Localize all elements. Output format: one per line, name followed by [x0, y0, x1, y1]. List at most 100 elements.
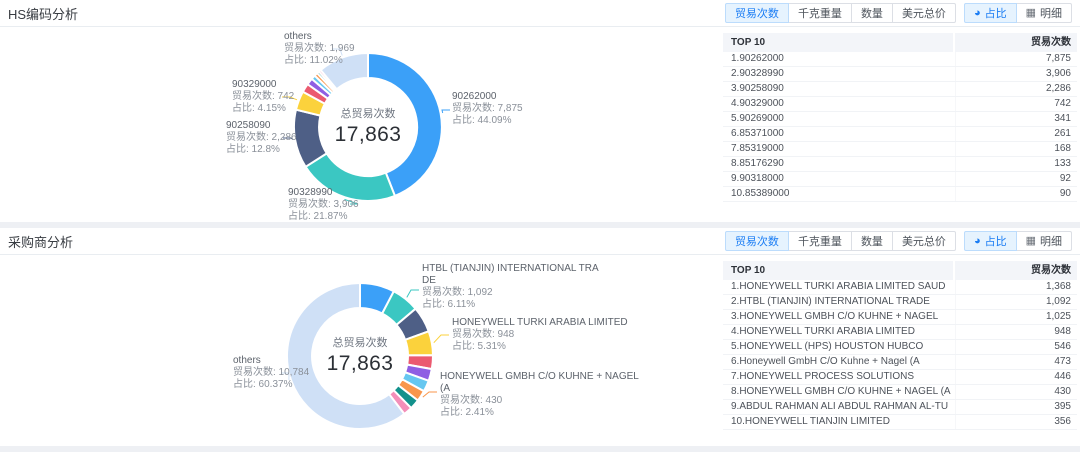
metric-button-3[interactable]: 美元总价 [892, 231, 956, 251]
table-row-7: 7.85319000168 [723, 142, 1077, 157]
row-value: 742 [955, 97, 1077, 111]
slice-label-stat: 贸易次数: 2,286 [226, 132, 297, 144]
row-name: 5.90269000 [723, 112, 955, 126]
row-value: 3,906 [955, 67, 1077, 81]
view-button-1[interactable]: ▦明细 [1016, 231, 1072, 251]
row-name: 7.HONEYWELL PROCESS SOLUTIONS [723, 370, 955, 384]
slice-label-name: others [233, 355, 309, 367]
slice-label-stat: 贸易次数: 10,784 [233, 367, 309, 379]
section-title: 采购商分析 [8, 232, 73, 251]
slice-label-stat: 占比: 4.15% [232, 103, 294, 115]
slice-label-stat: 占比: 60.37% [233, 379, 309, 391]
slice-label-name: HONEYWELL GMBH C/O KUHNE + NAGEL [440, 371, 639, 383]
slice-label-name: others [284, 31, 355, 43]
header-toolbar: 贸易次数千克重量数量美元总价 ◕占比▦明细 [725, 3, 1072, 23]
slice-label: 90329000贸易次数: 742占比: 4.15% [232, 79, 294, 115]
table-row-8: 8.85176290133 [723, 157, 1077, 172]
top10-table: TOP 10 贸易次数 1.HONEYWELL TURKI ARABIA LIM… [723, 261, 1077, 430]
row-value: 430 [955, 385, 1077, 399]
slice-label-stat: 占比: 21.87% [288, 211, 359, 222]
slice-label-stat: 占比: 2.41% [440, 407, 639, 419]
row-value: 446 [955, 370, 1077, 384]
slice-label-stat: 占比: 11.02% [284, 55, 355, 67]
metric-button-1[interactable]: 千克重量 [788, 231, 852, 251]
slice-label-name: HTBL (TIANJIN) INTERNATIONAL TRA [422, 263, 599, 275]
row-name: 1.HONEYWELL TURKI ARABIA LIMITED SAUD [723, 280, 955, 294]
slice-label-name: (A [440, 383, 639, 395]
metric-button-2[interactable]: 数量 [851, 3, 893, 23]
metric-button-3[interactable]: 美元总价 [892, 3, 956, 23]
label-leader-line [442, 110, 450, 113]
table-row-6: 6.Honeywell GmbH C/O Kuhne + Nagel (A473 [723, 355, 1077, 370]
donut-center-title: 总贸易次数 [290, 334, 430, 350]
pie-icon: ◕ [974, 236, 981, 247]
slice-label: 90328990贸易次数: 3,906占比: 21.87% [288, 187, 359, 222]
table-row-5: 5.90269000341 [723, 112, 1077, 127]
table-header-value: 贸易次数 [955, 261, 1077, 280]
slice-label-stat: 贸易次数: 1,092 [422, 287, 599, 299]
row-value: 341 [955, 112, 1077, 126]
view-button-0[interactable]: ◕占比 [964, 231, 1017, 251]
table-header-rank: TOP 10 [723, 33, 955, 52]
label-leader-line [434, 335, 449, 343]
row-name: 9.ABDUL RAHMAN ALI ABDUL RAHMAN AL-TU [723, 400, 955, 414]
slice-label-name: 90329000 [232, 79, 294, 91]
row-value: 395 [955, 400, 1077, 414]
slice-label-stat: 贸易次数: 3,906 [288, 199, 359, 211]
metric-button-group: 贸易次数千克重量数量美元总价 [725, 231, 956, 251]
table-body: 1.902620007,8752.903289903,9063.90258090… [723, 52, 1077, 202]
slice-label: others贸易次数: 10,784占比: 60.37% [233, 355, 309, 391]
slice-label-stat: 贸易次数: 1,969 [284, 43, 355, 55]
view-button-group: ◕占比▦明细 [964, 231, 1072, 251]
row-value: 7,875 [955, 52, 1077, 66]
table-icon: ▦ [1026, 236, 1036, 247]
table-row-5: 5.HONEYWELL (HPS) HOUSTON HUBCO546 [723, 340, 1077, 355]
row-value: 1,092 [955, 295, 1077, 309]
row-value: 133 [955, 157, 1077, 171]
section-title: HS编码分析 [8, 4, 78, 23]
view-button-1[interactable]: ▦明细 [1016, 3, 1072, 23]
slice-label: others贸易次数: 1,969占比: 11.02% [284, 31, 355, 67]
donut-chart: 总贸易次数 17,863 90262000贸易次数: 7,875占比: 44.0… [0, 27, 720, 222]
slice-label-name: DE [422, 275, 599, 287]
table-row-10: 10.8538900090 [723, 187, 1077, 202]
table-row-6: 6.85371000261 [723, 127, 1077, 142]
row-name: 10.85389000 [723, 187, 955, 201]
row-value: 168 [955, 142, 1077, 156]
table-row-9: 9.9031800092 [723, 172, 1077, 187]
metric-button-0[interactable]: 贸易次数 [725, 231, 789, 251]
row-value: 2,286 [955, 82, 1077, 96]
view-button-0[interactable]: ◕占比 [964, 3, 1017, 23]
metric-button-1[interactable]: 千克重量 [788, 3, 852, 23]
table-body: 1.HONEYWELL TURKI ARABIA LIMITED SAUD1,3… [723, 280, 1077, 430]
row-name: 8.HONEYWELL GMBH C/O KUHNE + NAGEL (A [723, 385, 955, 399]
donut-chart: 总贸易次数 17,863 HTBL (TIANJIN) INTERNATIONA… [0, 255, 720, 446]
row-value: 90 [955, 187, 1077, 201]
row-value: 948 [955, 325, 1077, 339]
metric-button-0[interactable]: 贸易次数 [725, 3, 789, 23]
slice-label-name: HONEYWELL TURKI ARABIA LIMITED [452, 317, 628, 329]
table-row-8: 8.HONEYWELL GMBH C/O KUHNE + NAGEL (A430 [723, 385, 1077, 400]
slice-label-stat: 贸易次数: 948 [452, 329, 628, 341]
row-name: 7.85319000 [723, 142, 955, 156]
row-name: 9.90318000 [723, 172, 955, 186]
table-row-10: 10.HONEYWELL TIANJIN LIMITED356 [723, 415, 1077, 430]
slice-label-name: 90258090 [226, 120, 297, 132]
row-name: 3.90258090 [723, 82, 955, 96]
row-name: 10.HONEYWELL TIANJIN LIMITED [723, 415, 955, 429]
row-name: 6.Honeywell GmbH C/O Kuhne + Nagel (A [723, 355, 955, 369]
table-row-4: 4.HONEYWELL TURKI ARABIA LIMITED948 [723, 325, 1077, 340]
table-header-rank: TOP 10 [723, 261, 955, 280]
slice-label-stat: 占比: 5.31% [452, 341, 628, 353]
metric-button-2[interactable]: 数量 [851, 231, 893, 251]
slice-label-name: 90262000 [452, 91, 523, 103]
row-value: 1,368 [955, 280, 1077, 294]
row-name: 2.90328990 [723, 67, 955, 81]
table-row-3: 3.HONEYWELL GMBH C/O KUHNE + NAGEL1,025 [723, 310, 1077, 325]
table-row-4: 4.90329000742 [723, 97, 1077, 112]
view-button-group: ◕占比▦明细 [964, 3, 1072, 23]
table-header-row: TOP 10 贸易次数 [723, 33, 1077, 52]
table-header-value: 贸易次数 [955, 33, 1077, 52]
row-name: 6.85371000 [723, 127, 955, 141]
slice-label-stat: 贸易次数: 742 [232, 91, 294, 103]
